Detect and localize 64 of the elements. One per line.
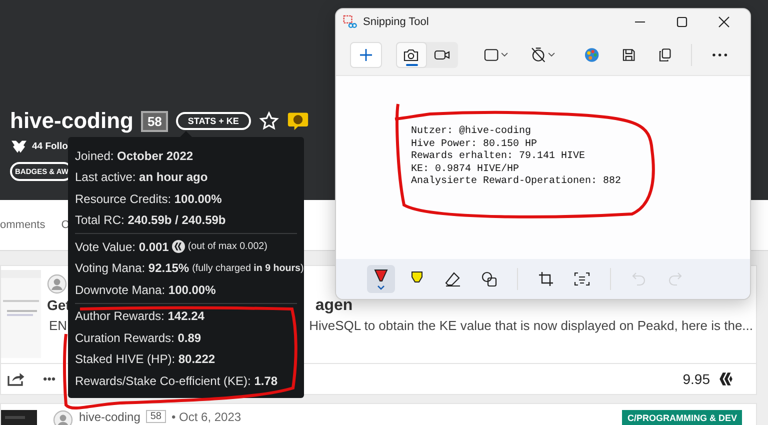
- paint-palette-icon[interactable]: [584, 47, 600, 63]
- followers-icon: [10, 138, 28, 154]
- output-line: KE: 0.9874 HIVE/HP: [411, 164, 520, 176]
- pen-icon: [373, 268, 389, 284]
- avatar-icon[interactable]: [47, 274, 67, 294]
- stat-text: Joined: October 2022: [75, 148, 194, 163]
- more-options-icon[interactable]: [712, 53, 728, 57]
- star-icon[interactable]: [258, 111, 279, 131]
- post-title[interactable]: agen: [315, 297, 353, 315]
- window-title: Snipping Tool: [363, 16, 429, 28]
- rectangle-mode-icon[interactable]: [484, 48, 509, 62]
- chat-bubble-icon[interactable]: [286, 110, 309, 132]
- avatar-icon[interactable]: [53, 410, 73, 425]
- shapes-icon: [481, 271, 497, 287]
- hive-logo-icon: [718, 371, 734, 387]
- stat-text: Staked HIVE (HP): 80.222: [75, 352, 216, 366]
- save-icon[interactable]: [622, 48, 636, 62]
- post-date: • Oct 6, 2023: [172, 410, 242, 424]
- plus-icon: [358, 48, 373, 62]
- text-scan-icon: [574, 271, 590, 287]
- undo-icon: [631, 271, 647, 287]
- redo-icon: [667, 271, 683, 287]
- copy-icon[interactable]: [658, 48, 672, 62]
- output-line: Analysierte Reward-Operationen: 882: [411, 176, 622, 188]
- scissors-app-icon: [343, 15, 357, 29]
- new-snip-button[interactable]: [350, 42, 382, 68]
- stat-text: Author Rewards: 142.24: [75, 309, 204, 324]
- stat-note: (fully charged in 9 hours): [192, 262, 304, 274]
- crop-icon: [538, 271, 554, 287]
- close-icon[interactable]: [718, 16, 730, 28]
- community-tag[interactable]: C/PROGRAMMING & DEV: [622, 410, 742, 425]
- stats-button[interactable]: STATS + KE: [176, 112, 251, 130]
- video-camera-icon: [434, 48, 450, 62]
- output-line: Hive Power: 80.150 HP: [411, 138, 538, 150]
- stat-text: Resource Credits: 100.00%: [75, 192, 222, 206]
- profile-name: hive-coding: [10, 108, 134, 134]
- post-excerpt: EN: [48, 318, 68, 333]
- reputation-badge: 58: [141, 110, 168, 132]
- payout-amount[interactable]: 9.95: [682, 371, 710, 387]
- output-line: Nutzer: @hive-coding: [411, 126, 532, 138]
- more-button[interactable]: •••: [33, 372, 66, 386]
- output-line: Rewards erhalten: 79.141 HIVE: [411, 151, 586, 164]
- maximize-icon[interactable]: [676, 16, 688, 28]
- camera-button[interactable]: [396, 42, 427, 68]
- reputation-badge: 58: [146, 410, 166, 423]
- stat-text: Rewards/Stake Co-efficient (KE): 1.78: [75, 374, 278, 388]
- eraser-icon: [445, 271, 461, 287]
- share-icon[interactable]: [7, 371, 25, 387]
- post-excerpt: HiveSQL to obtain the KE value that is now displayed on Peakd, here is the...: [308, 318, 754, 333]
- timer-icon[interactable]: [531, 47, 556, 63]
- hive-logo-icon: [172, 240, 185, 254]
- followers-count[interactable]: 44 Follo: [32, 140, 68, 152]
- author-name[interactable]: hive-coding: [79, 410, 140, 424]
- stat-text: Voting Mana: 92.15%: [75, 261, 190, 276]
- stat-text: Downvote Mana: 100.00%: [75, 282, 216, 297]
- camera-icon: [403, 48, 420, 62]
- stat-text: Total RC: 240.59b / 240.59b: [75, 213, 226, 228]
- profile-tab[interactable]: omments: [0, 219, 46, 231]
- stat-text: Vote Value: 0.001: [75, 240, 169, 254]
- chevron-down-icon: [377, 285, 385, 290]
- pen-tool-button[interactable]: [367, 265, 395, 293]
- stat-note: (out of max 0.002): [188, 241, 268, 252]
- stat-text: Curation Rewards: 0.89: [75, 330, 202, 345]
- stat-text: Last active: an hour ago: [75, 170, 208, 184]
